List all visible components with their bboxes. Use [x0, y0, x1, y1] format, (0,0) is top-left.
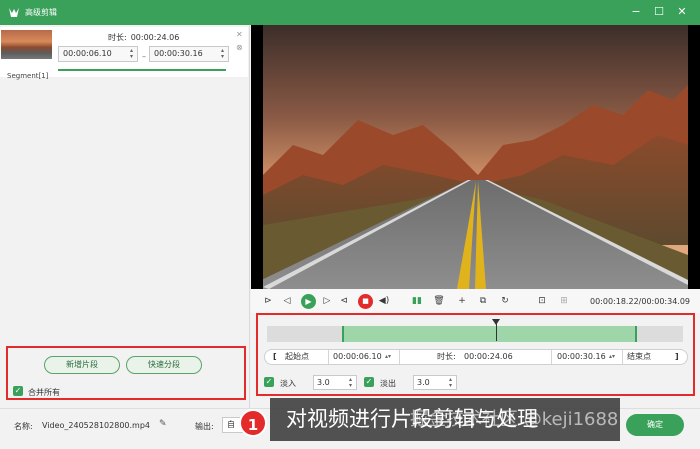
- player-controls: ⊳ ◁ ▶ ▷ ⊲ ■ ◀) ▮▮ 🗑 + ⧉ ↻ ⊡ ⊞ 00:00:18.2…: [251, 289, 700, 313]
- timecode: 00:00:18.22/00:00:34.09: [590, 297, 690, 306]
- mark-end-icon[interactable]: ⊲: [338, 295, 350, 307]
- add-icon[interactable]: +: [456, 295, 468, 307]
- spin-arrows-icon[interactable]: ▴▾: [128, 48, 135, 60]
- video-frame: [263, 25, 688, 289]
- segment-card[interactable]: 时长: 00:00:24.06 00:00:06.10 ▴ ▾ – 00:00:30…: [0, 27, 248, 80]
- fade-out-label: 淡出: [380, 379, 396, 388]
- set-end-button[interactable]: 结束点: [627, 350, 651, 364]
- fade-out-value: 3.0: [417, 378, 430, 387]
- fade-in-value: 3.0: [317, 378, 330, 387]
- range-separator: –: [142, 52, 146, 61]
- start-time-field[interactable]: 00:00:06.10: [333, 350, 382, 364]
- prev-frame-icon[interactable]: ◁: [281, 295, 293, 307]
- divider: [399, 350, 400, 364]
- spin-arrows-icon[interactable]: ▴▾: [219, 48, 226, 60]
- title-bar: 高级剪辑 − ☐ ✕: [0, 0, 700, 25]
- segment-duration-value: 00:00:24.06: [130, 33, 180, 42]
- segment-end-value: 00:00:30.16: [154, 49, 203, 58]
- split-icon[interactable]: ▮▮: [411, 295, 423, 307]
- crop-icon[interactable]: ⊞: [558, 295, 570, 307]
- start-bracket: [: [273, 352, 277, 361]
- stop-button[interactable]: ■: [358, 294, 373, 309]
- new-segment-button[interactable]: 新增片段: [44, 356, 120, 374]
- fade-in-checkbox[interactable]: ✓: [264, 377, 274, 387]
- total-time: 00:00:34.09: [641, 297, 691, 306]
- segment-start-field[interactable]: 00:00:06.10 ▴ ▾: [58, 46, 138, 62]
- range-duration-value: 00:00:24.06: [464, 352, 513, 361]
- app-logo-icon: [8, 6, 20, 18]
- volume-icon[interactable]: ◀): [378, 295, 390, 307]
- end-bracket: ]: [675, 352, 679, 361]
- quick-split-button[interactable]: 快速分段: [126, 356, 202, 374]
- play-button[interactable]: ▶: [301, 294, 316, 309]
- fade-in-field[interactable]: 3.0 ▴ ▾: [313, 375, 357, 390]
- divider: [551, 350, 552, 364]
- range-row: [ 起始点 00:00:06.10 ▴▾ 时长: 00:00:24.06 00:…: [264, 349, 688, 365]
- delete-segment-icon[interactable]: ✕: [236, 30, 243, 39]
- delete-icon[interactable]: 🗑: [433, 295, 445, 307]
- divider: [328, 350, 329, 364]
- snapshot-icon[interactable]: ⊡: [536, 295, 548, 307]
- fade-out-checkbox[interactable]: ✓: [364, 377, 374, 387]
- spin-arrows-icon[interactable]: ▴▾: [447, 377, 454, 389]
- fade-in-label: 淡入: [280, 379, 296, 388]
- reset-icon[interactable]: ↻: [499, 295, 511, 307]
- timeline-selection[interactable]: [341, 326, 638, 342]
- segment-options-icon[interactable]: ⊗: [236, 43, 243, 52]
- spin-arrows-icon[interactable]: ▴▾: [385, 350, 391, 364]
- segment-label: Segment[1]: [7, 72, 49, 80]
- close-button[interactable]: ✕: [674, 4, 690, 20]
- set-start-button[interactable]: 起始点: [285, 350, 309, 364]
- watermark: 掘金技术社区 @keji1688: [410, 409, 619, 430]
- merge-all-label: 合并所有: [28, 388, 60, 397]
- segment-duration-label: 时长:: [108, 33, 127, 42]
- segment-start-value: 00:00:06.10: [63, 49, 112, 58]
- file-name: Video_240528102800.mp4: [42, 421, 150, 430]
- spin-arrows-icon[interactable]: ▴▾: [347, 377, 354, 389]
- maximize-button[interactable]: ☐: [651, 4, 667, 20]
- segment-progress-bar: [58, 69, 226, 71]
- output-label: 输出:: [195, 422, 214, 431]
- mark-start-icon[interactable]: ⊳: [262, 295, 274, 307]
- current-time: 00:00:18.22: [590, 297, 639, 306]
- minimize-button[interactable]: −: [628, 4, 644, 20]
- merge-all-checkbox[interactable]: ✓: [13, 386, 23, 396]
- divider: [622, 350, 623, 364]
- step-badge: 1: [239, 409, 267, 437]
- segment-thumbnail: [1, 30, 52, 59]
- segment-end-field[interactable]: 00:00:30.16 ▴ ▾: [149, 46, 229, 62]
- range-duration-label: 时长:: [437, 352, 456, 361]
- copy-icon[interactable]: ⧉: [477, 295, 489, 307]
- rename-pencil-icon[interactable]: ✎: [159, 419, 167, 429]
- end-time-field[interactable]: 00:00:30.16: [557, 350, 606, 364]
- video-preview[interactable]: [251, 25, 700, 289]
- next-frame-icon[interactable]: ▷: [321, 295, 333, 307]
- window-title: 高级剪辑: [25, 8, 57, 17]
- playhead[interactable]: [495, 321, 497, 341]
- segment-duration: 时长: 00:00:24.06: [108, 32, 179, 43]
- name-label: 名称:: [14, 422, 33, 431]
- ok-button[interactable]: 确定: [626, 414, 684, 436]
- fade-out-field[interactable]: 3.0 ▴ ▾: [413, 375, 457, 390]
- spin-arrows-icon[interactable]: ▴▾: [609, 350, 615, 364]
